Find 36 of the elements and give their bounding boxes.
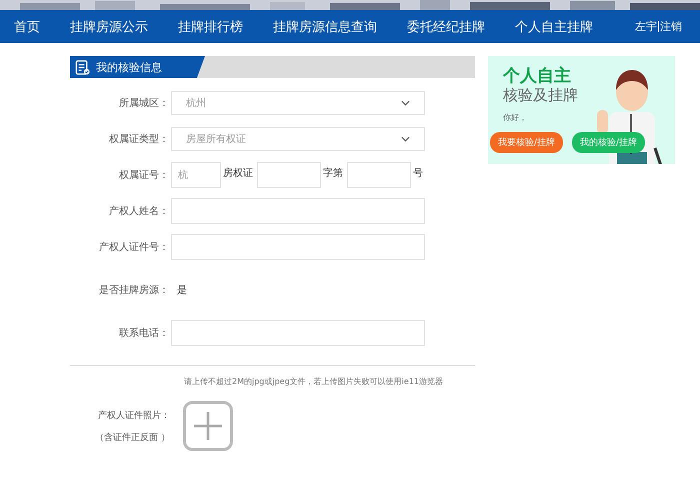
- field-label: 产权人姓名：: [108, 204, 170, 218]
- promo-subtitle: 核验及挂牌: [503, 86, 579, 104]
- field-label: 号: [413, 167, 423, 180]
- document-check-icon: [75, 60, 90, 74]
- field-value: 是: [177, 284, 187, 297]
- logout-link[interactable]: 注销: [660, 19, 682, 34]
- nav-link[interactable]: 委托经纪挂牌: [407, 18, 485, 36]
- field-label: 所属城区：: [118, 96, 170, 110]
- input-field[interactable]: [171, 234, 425, 260]
- field-hint: （含证件正反面 ）: [95, 432, 170, 444]
- input-field[interactable]: [347, 162, 411, 188]
- input-field[interactable]: 杭: [171, 162, 221, 188]
- nav-link[interactable]: 个人自主挂牌: [515, 18, 593, 36]
- promo-title: 个人自主: [503, 67, 572, 86]
- user-link[interactable]: 左宇: [635, 19, 657, 34]
- field-label: 产权人证件号：: [98, 240, 170, 254]
- greeting-text: 你好，: [503, 112, 528, 123]
- add-image-icon[interactable]: [183, 401, 233, 451]
- input-field[interactable]: [257, 162, 321, 188]
- field-label: 权属证号：: [118, 168, 170, 182]
- chevron-down-icon: [401, 100, 410, 106]
- input-field[interactable]: [171, 198, 425, 224]
- nav-link[interactable]: 挂牌房源公示: [70, 18, 148, 36]
- section-title: 我的核验信息: [96, 60, 162, 74]
- field-label: 字第: [323, 166, 343, 180]
- field-label: 产权人证件照片：: [98, 410, 170, 422]
- field-label: 联系电话：: [118, 326, 170, 340]
- field-label: 是否挂牌房源：: [98, 284, 170, 297]
- field-label: 权属证类型：: [108, 132, 170, 146]
- nav-link[interactable]: 首页: [14, 18, 40, 36]
- field-label: 房权证: [223, 166, 253, 180]
- nav-link[interactable]: 挂牌房源信息查询: [273, 18, 377, 36]
- chevron-down-icon: [401, 136, 410, 142]
- input-field[interactable]: [171, 320, 425, 346]
- upload-note: 请上传不超过2M的jpg或jpeg文件，若上传图片失败可以使用ie11游览器: [183, 376, 444, 387]
- nav-link[interactable]: 挂牌排行榜: [178, 18, 243, 36]
